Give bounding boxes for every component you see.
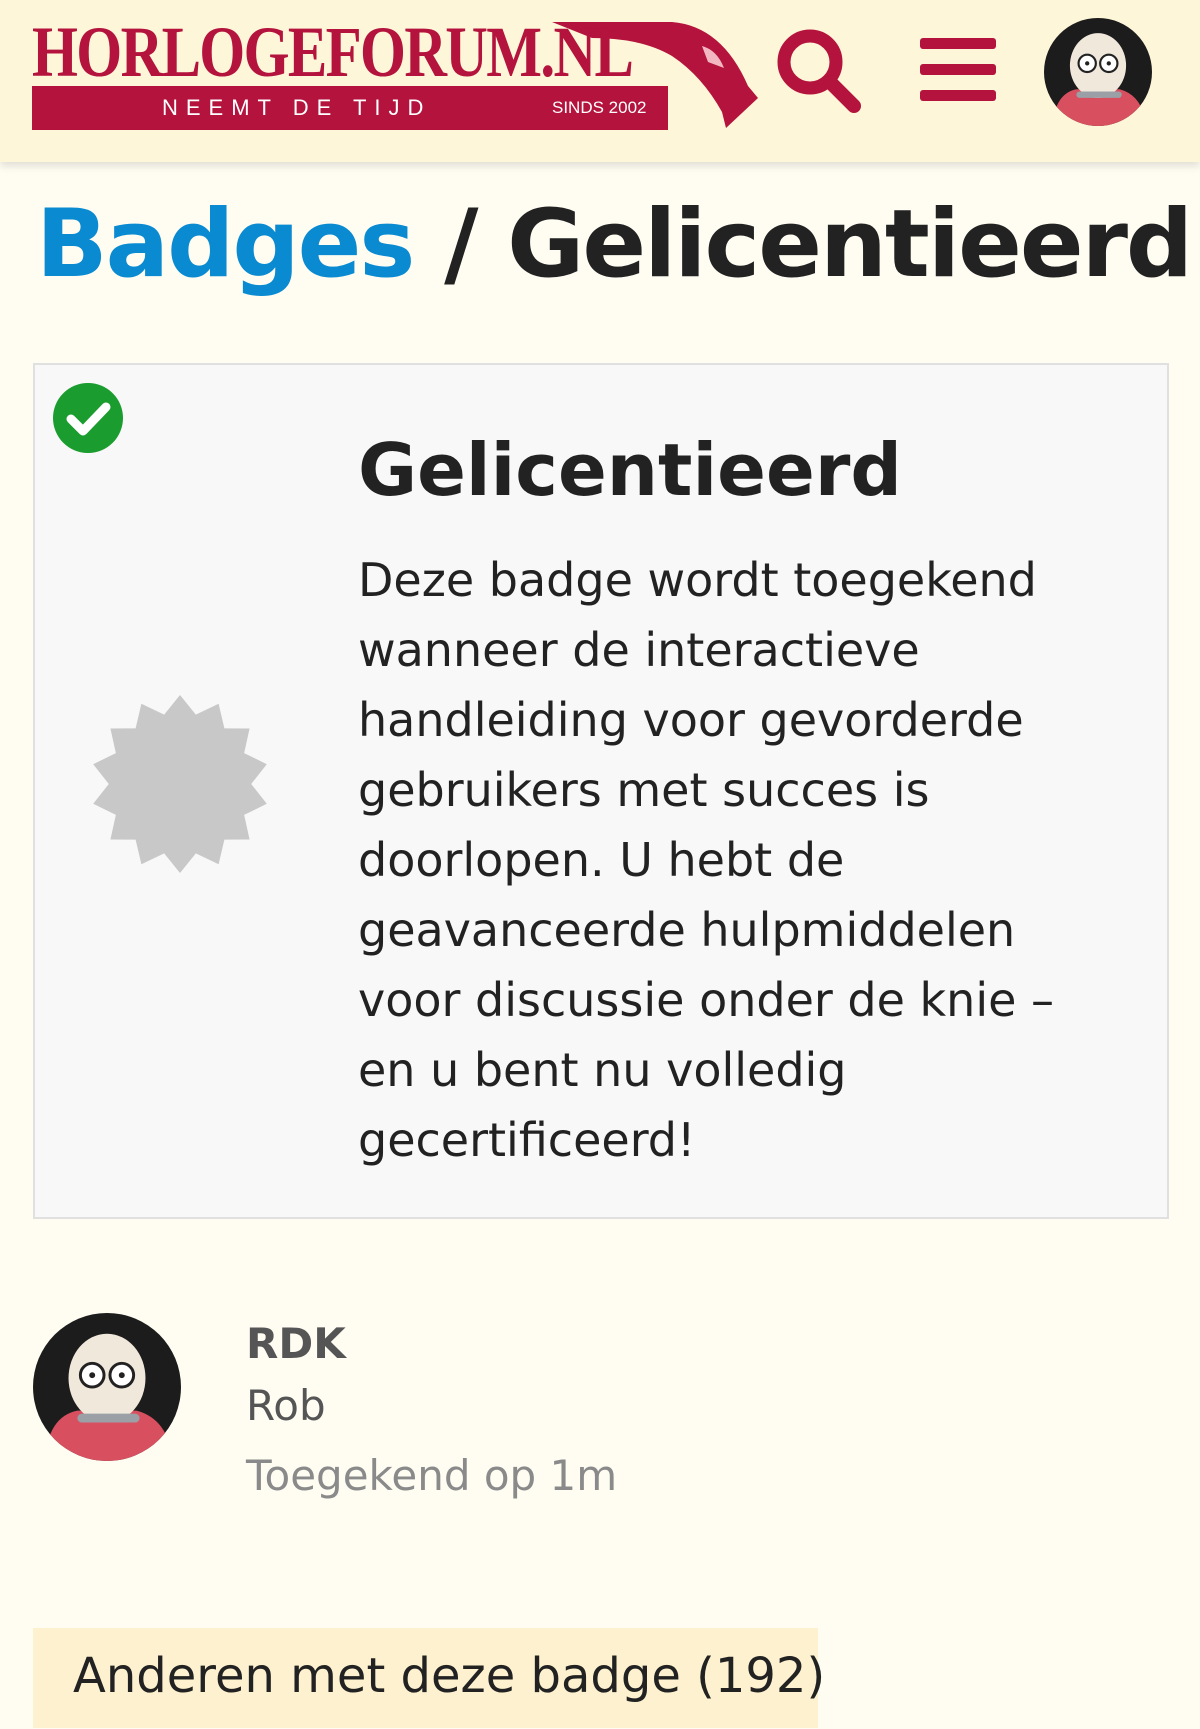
- badge-name: Gelicentieerd: [358, 428, 902, 512]
- badge-description: Deze badge wordt toegekend wanneer de in…: [358, 553, 1055, 1167]
- search-button[interactable]: [770, 22, 866, 118]
- user-avatar[interactable]: [33, 1313, 181, 1461]
- search-icon: [777, 29, 861, 113]
- granted-date: Toegekend op 1m: [246, 1451, 618, 1500]
- check-circle-icon: [53, 383, 123, 453]
- user-full-name: Rob: [246, 1381, 326, 1430]
- avatar: [33, 1313, 181, 1461]
- user-username-link[interactable]: RDK: [246, 1318, 346, 1370]
- badge-card: Gelicentieerd Deze badge wordt toegekend…: [33, 363, 1169, 1219]
- hamburger-icon: [920, 38, 996, 49]
- breadcrumb-separator: /: [444, 190, 478, 299]
- site-logo[interactable]: HORLOGEFORUM.NL NEEMT DE TIJD SINDS 2002: [32, 12, 758, 130]
- breadcrumb-current: Gelicentieerd: [507, 190, 1193, 299]
- menu-button[interactable]: [918, 34, 998, 106]
- site-header: HORLOGEFORUM.NL NEEMT DE TIJD SINDS 2002: [0, 0, 1200, 162]
- logo-title: HORLOGEFORUM.NL: [32, 12, 634, 92]
- current-user-avatar[interactable]: [1044, 18, 1152, 126]
- logo-tagline: NEEMT DE TIJD: [162, 95, 432, 120]
- logo-since: SINDS 2002: [552, 98, 647, 117]
- others-with-badge-heading: Anderen met deze badge (192): [33, 1628, 825, 1728]
- certificate-icon: [93, 695, 267, 873]
- avatar: [1044, 18, 1152, 126]
- page-title: Badges / Gelicentieerd: [36, 190, 1193, 300]
- breadcrumb-badges-link[interactable]: Badges: [36, 190, 415, 299]
